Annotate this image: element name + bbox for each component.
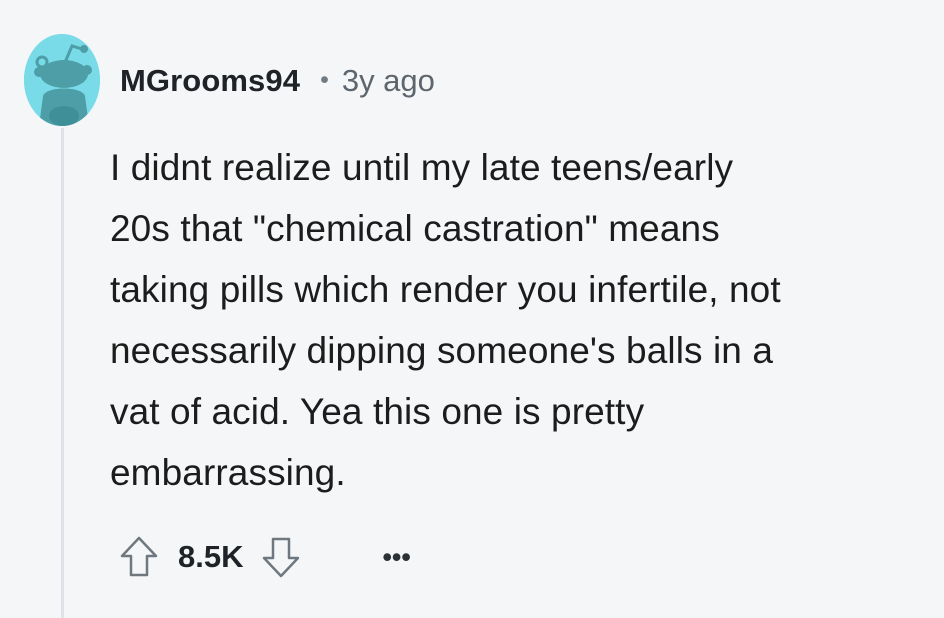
comment-card: MGrooms94 • 3y ago I didnt realize until… — [0, 0, 944, 618]
comment-body: I didnt realize until my late teens/earl… — [110, 137, 920, 503]
meta-separator: • — [320, 65, 329, 94]
ellipsis-icon[interactable]: ••• — [382, 534, 410, 580]
comment-header: MGrooms94 • 3y ago — [120, 56, 435, 106]
upvote-button[interactable] — [118, 534, 160, 580]
comment-actions: 8.5K ••• — [118, 528, 411, 586]
arrow-down-outline-icon — [263, 537, 300, 578]
avatar[interactable] — [24, 34, 100, 126]
comment-body-line: necessarily dipping someone's balls in a — [110, 330, 774, 371]
username-link[interactable]: MGrooms94 — [120, 63, 300, 99]
arrow-up-outline-icon — [120, 536, 158, 577]
comment-body-line: 20s that "chemical castration" means — [110, 208, 720, 249]
vote-score: 8.5K — [178, 539, 244, 574]
comment-body-line: embarrassing. — [110, 452, 346, 493]
comment-body-line: taking pills which render you infertile,… — [110, 269, 781, 310]
comment-body-line: I didnt realize until my late teens/earl… — [110, 147, 734, 188]
comment-body-line: vat of acid. Yea this one is pretty — [110, 391, 645, 432]
comment-age[interactable]: 3y ago — [342, 63, 435, 99]
downvote-button[interactable] — [260, 534, 302, 580]
reddit-snoo-avatar-icon — [24, 34, 100, 126]
thread-line[interactable] — [61, 128, 64, 618]
